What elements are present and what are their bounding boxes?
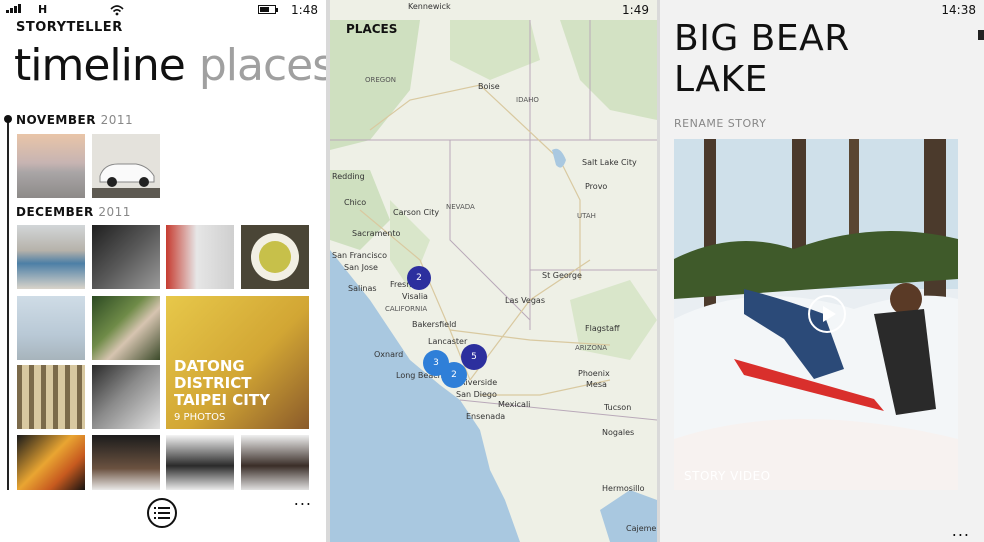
- story-title-line: LAKE: [674, 59, 768, 100]
- story-title: BIG BEAR LAKE: [674, 18, 850, 100]
- more-options-button[interactable]: ...: [294, 490, 312, 509]
- photo-thumbnail[interactable]: [17, 296, 85, 360]
- month-name: DECEMBER: [16, 205, 94, 219]
- pivot-header: timeline places: [14, 40, 326, 91]
- story-video-label: STORY VIDEO: [684, 469, 771, 483]
- photo-thumbnail[interactable]: [92, 365, 160, 429]
- city-label: San Diego: [456, 390, 497, 399]
- city-label: Carson City: [393, 208, 440, 217]
- featured-story-tile[interactable]: DATONG DISTRICT TAIPEI CITY 9 PHOTOS: [166, 296, 309, 429]
- city-label: Oxnard: [374, 350, 404, 359]
- photo-thumbnail[interactable]: [17, 365, 85, 429]
- status-time: 14:38: [941, 3, 976, 17]
- city-label: Lancaster: [428, 337, 468, 346]
- story-screen: 14:38 BIG BEAR LAKE RENAME STORY STORY V…: [660, 0, 984, 542]
- photo-thumbnail-tea[interactable]: [241, 225, 309, 289]
- city-label: Redding: [332, 172, 365, 181]
- photo-thumbnail-beach[interactable]: [17, 134, 85, 198]
- city-label: Ensenada: [466, 412, 506, 421]
- map-cluster-pin[interactable]: 2: [441, 362, 467, 388]
- city-label: Boise: [478, 82, 500, 91]
- city-label: Mexicali: [498, 400, 531, 409]
- region-label: ARIZONA: [575, 344, 608, 352]
- status-time: 1:49: [622, 3, 649, 17]
- region-label: NEVADA: [446, 203, 475, 211]
- month-year: 2011: [98, 205, 131, 219]
- city-label: Mesa: [586, 380, 607, 389]
- status-bar: 14:38: [660, 0, 984, 20]
- photo-thumbnail[interactable]: [241, 435, 309, 491]
- month-heading-november: NOVEMBER 2011: [16, 113, 133, 127]
- month-heading-december: DECEMBER 2011: [16, 205, 131, 219]
- photo-thumbnail[interactable]: [92, 225, 160, 289]
- city-label: Visalia: [402, 292, 428, 301]
- photo-thumbnail[interactable]: [166, 225, 234, 289]
- city-label: Tucson: [604, 403, 632, 412]
- status-bar: 1:49: [330, 0, 657, 20]
- next-panel-peek: [978, 30, 984, 40]
- status-bar: H 1:48: [0, 0, 326, 20]
- city-label: St George: [542, 271, 582, 280]
- photo-thumbnail[interactable]: [92, 296, 160, 360]
- city-label: Kennewick: [408, 2, 451, 11]
- region-label: IDAHO: [516, 96, 539, 104]
- city-label: Salinas: [348, 284, 377, 293]
- city-label: San Francisco: [332, 251, 387, 260]
- city-label: Salt Lake City: [582, 158, 637, 167]
- region-label: CALIFORNIA: [385, 305, 428, 313]
- photo-thumbnail[interactable]: [17, 435, 85, 491]
- photo-thumbnail[interactable]: [92, 435, 160, 491]
- city-label: Chico: [344, 198, 367, 207]
- city-label: Cajeme: [626, 524, 657, 533]
- city-label: Sacramento: [352, 229, 401, 238]
- city-label: Bakersfield: [412, 320, 457, 329]
- month-year: 2011: [100, 113, 134, 127]
- timeline-screen: H 1:48 STORYTELLER timeline places NOVEMB…: [0, 0, 326, 542]
- city-label: Phoenix: [578, 369, 610, 378]
- list-view-button[interactable]: [147, 498, 177, 528]
- more-options-button[interactable]: ...: [952, 521, 970, 540]
- app-bar: ...: [0, 490, 326, 542]
- city-label: Nogales: [602, 428, 635, 437]
- photo-thumbnail[interactable]: [17, 225, 85, 289]
- city-label: Provo: [585, 182, 608, 191]
- battery-icon: [258, 5, 278, 14]
- city-label: San Jose: [344, 263, 378, 272]
- signal-icon: [6, 4, 21, 13]
- timeline-line: [7, 120, 9, 492]
- featured-story-title: DATONG DISTRICT TAIPEI CITY: [174, 357, 270, 409]
- timeline-marker: [4, 115, 12, 123]
- places-screen: 1:49 PLACES OREGON IDAHO NEVADA UTAH CAL…: [330, 0, 657, 542]
- featured-story-count: 9 PHOTOS: [174, 412, 226, 423]
- rename-story-link[interactable]: RENAME STORY: [674, 117, 766, 130]
- app-title: STORYTELLER: [16, 20, 123, 35]
- city-label: Las Vegas: [505, 296, 545, 305]
- map-cluster-pin[interactable]: 5: [461, 344, 487, 370]
- region-label: UTAH: [577, 212, 596, 220]
- status-time: 1:48: [291, 3, 318, 17]
- wifi-icon: [110, 5, 124, 16]
- network-type: H: [38, 3, 48, 16]
- photo-thumbnail-car[interactable]: [92, 134, 160, 198]
- photo-thumbnail[interactable]: [166, 435, 234, 491]
- story-title-line: BIG BEAR: [674, 18, 850, 59]
- play-video-icon[interactable]: [808, 295, 846, 333]
- list-icon: [154, 507, 170, 519]
- city-label: Hermosillo: [602, 484, 645, 493]
- pivot-tab-timeline[interactable]: timeline: [14, 40, 186, 91]
- map-cluster-pin[interactable]: 2: [407, 266, 431, 290]
- story-video-thumbnail[interactable]: STORY VIDEO: [674, 139, 958, 490]
- pivot-tab-places[interactable]: places: [199, 40, 326, 91]
- region-label: OREGON: [365, 76, 396, 84]
- places-header: PLACES: [346, 22, 398, 36]
- month-name: NOVEMBER: [16, 113, 96, 127]
- city-label: Flagstaff: [585, 324, 620, 333]
